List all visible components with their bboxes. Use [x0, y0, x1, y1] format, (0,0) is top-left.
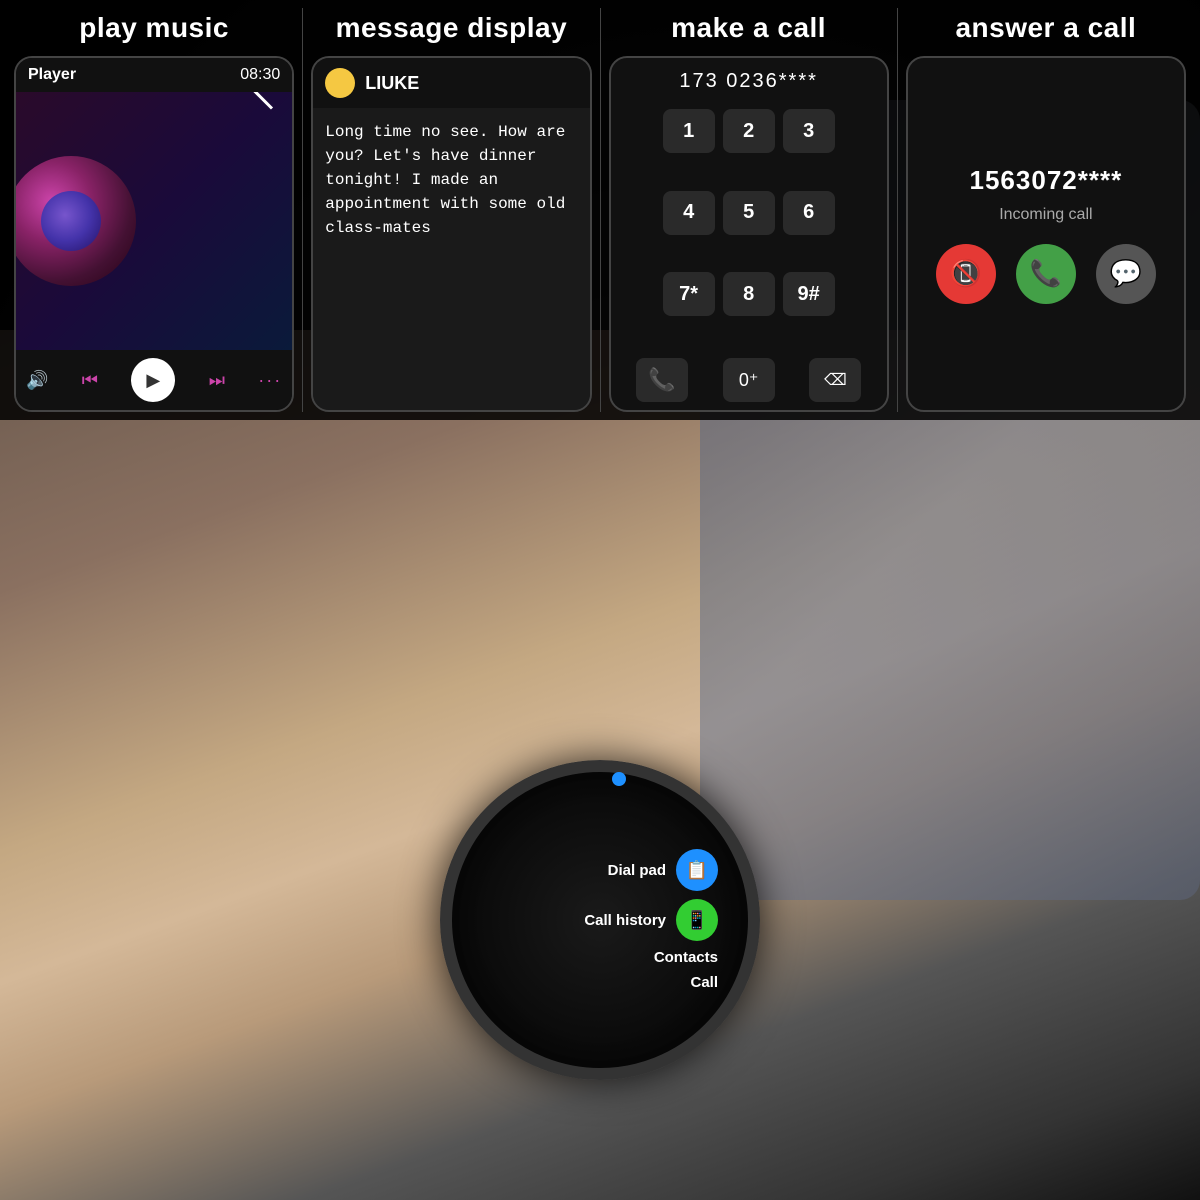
next-button[interactable]: ⏭	[209, 370, 225, 391]
dial-grid: 1 2 3 4 5 6 7* 8 9#	[651, 105, 847, 350]
key-8[interactable]: 8	[723, 272, 775, 316]
key-3[interactable]: 3	[783, 109, 835, 153]
message-reply-button[interactable]: 💬	[1096, 244, 1156, 304]
music-artwork	[16, 92, 292, 350]
make-call-section: make a call 173 0236**** 1 2 3 4 5 6 7* …	[603, 8, 895, 412]
watch-dot-indicator	[612, 772, 626, 786]
divider-3	[897, 8, 898, 412]
answer-call-section: answer a call 1563072**** Incoming call …	[900, 8, 1192, 412]
volume-button[interactable]: 🔊	[26, 370, 48, 391]
vinyl-center	[41, 191, 101, 251]
prev-button[interactable]: ⏮	[82, 370, 98, 391]
incoming-call-label: Incoming call	[999, 206, 1092, 224]
play-music-section: play music Player 08:30 🔊 ⏮ ▶ ⏭ ···	[8, 8, 300, 412]
key-9[interactable]: 9#	[783, 272, 835, 316]
key-1[interactable]: 1	[663, 109, 715, 153]
sender-name: LIUKE	[365, 73, 419, 94]
watch-menu-contacts[interactable]: Contacts	[654, 949, 718, 966]
dial-bottom-row: 📞 0⁺ ⌫	[611, 350, 887, 410]
more-button[interactable]: ···	[258, 370, 282, 391]
key-7[interactable]: 7*	[663, 272, 715, 316]
message-label: message display	[336, 8, 568, 48]
call-label: Call	[690, 974, 718, 991]
divider-2	[600, 8, 601, 412]
contacts-label: Contacts	[654, 949, 718, 966]
player-title: Player	[28, 66, 76, 84]
answer-screen: 1563072**** Incoming call 📵 📞 💬	[906, 56, 1186, 412]
player-time: 08:30	[240, 66, 280, 84]
dial-pad-icon: 📋	[676, 849, 718, 891]
key-delete[interactable]: ⌫	[809, 358, 861, 402]
music-header: Player 08:30	[16, 58, 292, 92]
call-history-label: Call history	[584, 912, 666, 929]
message-screen: LIUKE Long time no see. How are you? Let…	[311, 56, 591, 412]
dial-call-button[interactable]: 📞	[636, 358, 688, 402]
key-4[interactable]: 4	[663, 191, 715, 235]
dial-screen: 173 0236**** 1 2 3 4 5 6 7* 8 9# 📞 0⁺ ⌫	[609, 56, 889, 412]
play-music-label: play music	[79, 8, 229, 48]
ui-panels: play music Player 08:30 🔊 ⏮ ▶ ⏭ ···	[0, 0, 1200, 420]
sender-avatar	[325, 68, 355, 98]
dial-number-display: 173 0236****	[667, 58, 830, 105]
vinyl-needle	[243, 92, 273, 110]
watch-container: Dial pad 📋 Call history 📱 Contacts Call	[440, 760, 760, 1080]
divider-1	[302, 8, 303, 412]
make-call-label: make a call	[671, 8, 826, 48]
accept-button[interactable]: 📞	[1016, 244, 1076, 304]
call-action-buttons: 📵 📞 💬	[936, 244, 1156, 304]
answer-call-label: answer a call	[955, 8, 1136, 48]
decline-button[interactable]: 📵	[936, 244, 996, 304]
play-icon: ▶	[146, 370, 160, 391]
message-header: LIUKE	[313, 58, 589, 108]
incoming-number: 1563072****	[970, 165, 1123, 196]
vinyl-disc	[16, 156, 136, 286]
music-controls: 🔊 ⏮ ▶ ⏭ ···	[16, 350, 292, 410]
play-button[interactable]: ▶	[131, 358, 175, 402]
watch-menu-call-history[interactable]: Call history 📱	[584, 899, 718, 941]
call-history-icon: 📱	[676, 899, 718, 941]
key-2[interactable]: 2	[723, 109, 775, 153]
key-5[interactable]: 5	[723, 191, 775, 235]
music-screen: Player 08:30 🔊 ⏮ ▶ ⏭ ···	[14, 56, 294, 412]
key-6[interactable]: 6	[783, 191, 835, 235]
message-body: Long time no see. How are you? Let's hav…	[313, 108, 589, 410]
watch-menu-call[interactable]: Call	[690, 974, 718, 991]
key-0[interactable]: 0⁺	[723, 358, 775, 402]
watch-face: Dial pad 📋 Call history 📱 Contacts Call	[440, 760, 760, 1080]
watch-menu-dial-pad[interactable]: Dial pad 📋	[608, 849, 718, 891]
dial-pad-label: Dial pad	[608, 862, 666, 879]
message-section: message display LIUKE Long time no see. …	[305, 8, 597, 412]
